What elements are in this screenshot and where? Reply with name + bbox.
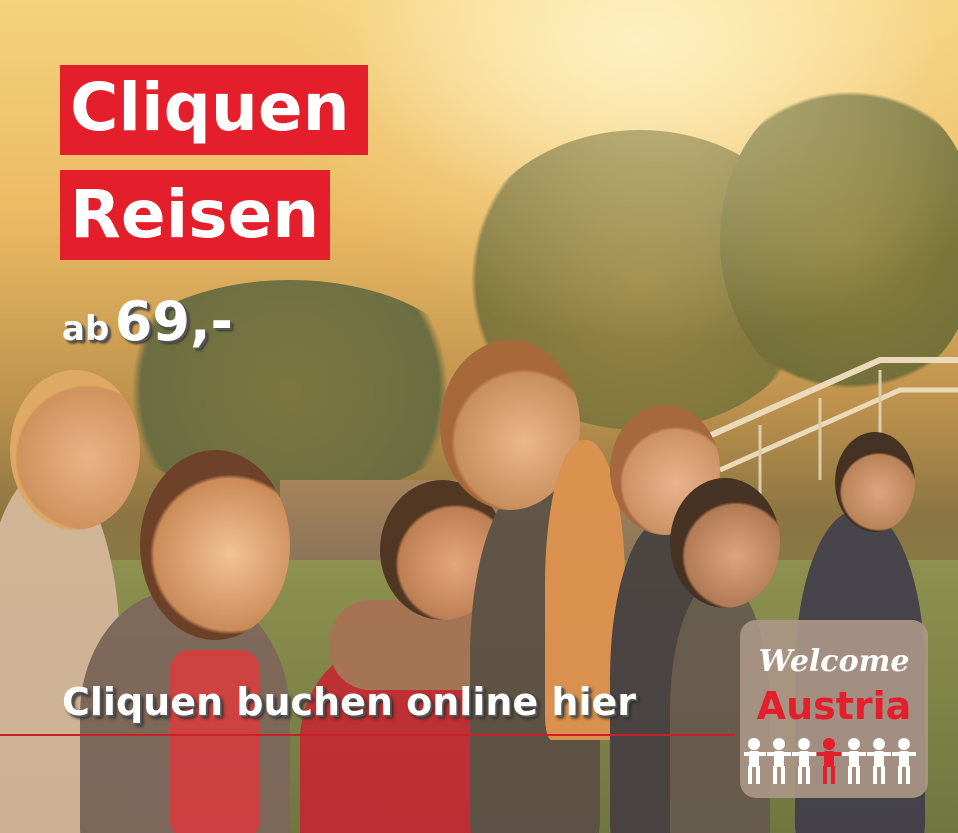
welcome-austria-badge: Welcome Austria bbox=[740, 620, 928, 798]
price-label: ab 69,- bbox=[62, 290, 233, 353]
badge-country-text: Austria bbox=[756, 684, 912, 728]
headline-line-2: Reisen bbox=[60, 170, 330, 260]
badge-welcome-text: Welcome bbox=[758, 644, 910, 679]
price-amount: 69,- bbox=[114, 290, 233, 353]
headline-line-1: Cliquen bbox=[60, 65, 368, 155]
book-online-link[interactable]: Cliquen buchen online hier bbox=[62, 680, 636, 724]
price-prefix: ab bbox=[62, 309, 110, 349]
people-chain-icon bbox=[744, 738, 916, 784]
divider-line bbox=[0, 734, 735, 736]
